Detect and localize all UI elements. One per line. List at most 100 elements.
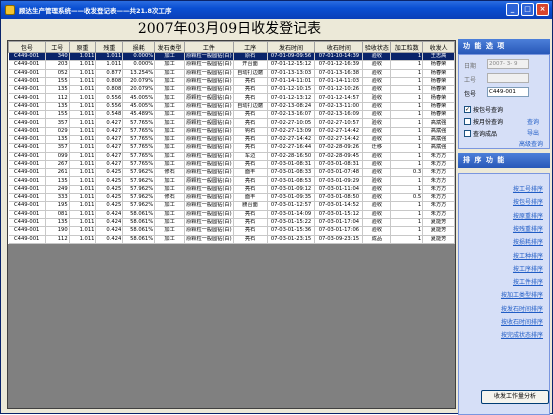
column-header[interactable]: 加工粒数 [390, 41, 424, 53]
table-row[interactable]: C449-001 135 1.011 0.427 57.765% 加工 原颗粒一般圆钻(白)… [8, 135, 455, 145]
date-picker[interactable]: 2007- 3- 9 [487, 59, 529, 69]
table-cell: 07-02-13-16:09 [314, 110, 364, 120]
sort-option[interactable]: 按损耗排序 [513, 237, 543, 246]
sort-option[interactable]: 按残重排序 [513, 224, 543, 233]
table-cell: C449-001 [8, 60, 46, 70]
table-cell: 加工 [154, 210, 186, 219]
query-link[interactable]: 查询 [527, 117, 539, 126]
table-cell: 亮石 [233, 160, 268, 170]
table-cell: 原颗粒一般圆钻(白) [184, 69, 234, 78]
close-button[interactable]: × [536, 3, 549, 16]
table-row[interactable]: C449-001 135 1.011 0.556 45.005% 加工 原颗粒一般圆钻(白)… [8, 102, 455, 112]
table-row[interactable]: C449-001 190 1.011 0.424 58.061% 加工 原颗粒一般圆钻(白)… [8, 226, 455, 236]
table-row[interactable]: C449-001 249 1.011 0.425 57.962% 加工 原颗粒一般圆钻(白)… [8, 185, 455, 195]
by-package-checkbox[interactable]: ✓ 按包号查询 [464, 105, 503, 114]
table-row[interactable]: C449-001 357 1.011 0.427 57.765% 加工 原颗粒一般圆钻(白)… [8, 143, 455, 153]
table-cell: 1.011 [69, 110, 97, 120]
sort-option[interactable]: 按完成状态排序 [501, 330, 543, 339]
column-header[interactable]: 收发人 [422, 41, 455, 53]
by-month-checkbox[interactable]: 按月份查询 [464, 117, 503, 126]
table-cell: 135 [45, 135, 70, 145]
column-header[interactable]: 工序 [232, 41, 268, 53]
table-row[interactable]: C449-001 261 1.011 0.425 57.962% 修石 原颗粒一般圆钻(白)… [8, 168, 455, 178]
table-cell: 1 [390, 102, 424, 112]
export-link[interactable]: 导出 [527, 128, 539, 137]
table-row[interactable]: C449-001 135 1.011 0.425 57.962% 加工 原颗粒一般圆钻(白)… [8, 176, 455, 186]
column-header[interactable]: 验收状态 [362, 41, 392, 53]
column-header[interactable]: 发石时间 [266, 41, 316, 53]
table-row[interactable]: C449-001 203 1.011 1.011 0.000% 加工 原颗粒一般圆钻(白) 开… [8, 60, 455, 70]
table-cell: 亮石 [233, 185, 268, 195]
column-header[interactable]: 残重 [95, 41, 124, 53]
table-cell: C449-001 [8, 160, 46, 170]
column-header[interactable]: 工件 [184, 41, 234, 53]
table-cell: 07-02-13-16:07 [267, 110, 316, 120]
table-cell: 0.808 [95, 77, 124, 87]
table-row[interactable]: C449-001 333 1.011 0.425 57.962% 修石 原颗粒一般圆钻(白)… [8, 193, 455, 203]
table-row[interactable]: C449-001 029 1.011 0.427 57.765% 加工 原颗粒一般圆钻(白)… [8, 127, 455, 136]
sort-option[interactable]: 按工件排序 [513, 277, 543, 286]
table-row[interactable]: C449-001 081 1.011 0.424 58.061% 加工 原颗粒一般圆钻(白)… [8, 210, 455, 219]
sort-option[interactable]: 按包号排序 [513, 197, 543, 206]
table-row[interactable]: C449-001 357 1.011 0.427 57.765% 加工 原颗粒一般圆钻(白)… [8, 118, 455, 128]
table-cell: 加工 [154, 152, 186, 161]
table-row[interactable]: C449-001 155 1.011 0.808 20.079% 加工 原颗粒一般圆钻(白)… [8, 77, 455, 87]
table-cell: 07-03-01-14:09 [267, 210, 316, 219]
table-cell: 高斌强 [422, 135, 455, 145]
minimize-button[interactable]: _ [506, 3, 519, 16]
table-cell: 加工 [154, 93, 186, 103]
sort-option[interactable]: 按工号排序 [513, 184, 543, 193]
checkbox-icon [464, 130, 471, 137]
table-row[interactable]: C449-001 112 1.011 0.424 58.061% 加工 原颗粒一般圆钻(白)… [8, 235, 455, 244]
sort-option[interactable]: 按加工类型排序 [501, 290, 543, 299]
worker-input[interactable] [487, 73, 529, 83]
table-cell: 099 [45, 152, 70, 161]
column-header[interactable]: 包号 [8, 41, 46, 53]
table-cell: 07-03-01-08:33 [267, 168, 316, 178]
table-row[interactable]: C449-001 340 1.011 1.011 0.000% 加工 原颗粒一般圆钻(白) 原… [8, 52, 455, 62]
table-row[interactable]: C449-001 155 1.011 0.548 45.489% 加工 原颗粒一般圆钻(白)… [8, 110, 455, 120]
table-row[interactable]: C449-001 099 1.011 0.427 57.765% 加工 原颗粒一般圆钻(白)… [8, 152, 455, 161]
table-cell: 357 [45, 118, 70, 128]
table-cell: 1.011 [69, 201, 97, 211]
table-cell: 朱方方 [422, 152, 455, 161]
table-cell: C449-001 [8, 185, 46, 195]
column-header[interactable]: 损耗 [122, 41, 156, 53]
table-cell: C449-001 [8, 226, 46, 236]
table-cell: 029 [45, 127, 70, 136]
table-cell: 112 [45, 235, 70, 244]
table-cell: 1.011 [95, 52, 124, 62]
advanced-query-link[interactable]: 高级查询 [519, 139, 543, 148]
table-cell: 原颗粒一般圆钻(白) [184, 185, 234, 195]
sort-option[interactable]: 按原重排序 [513, 211, 543, 220]
table-cell: 57.765% [122, 135, 156, 145]
table-cell: 0.425 [95, 201, 124, 211]
column-header[interactable]: 收石时间 [314, 41, 364, 53]
table-cell: C449-001 [8, 118, 46, 128]
table-cell: C449-001 [8, 218, 46, 228]
finished-checkbox[interactable]: 查询成品 [464, 129, 497, 138]
sort-option[interactable]: 按工种排序 [513, 251, 543, 260]
column-header[interactable]: 原重 [68, 41, 97, 53]
table-row[interactable]: C449-001 267 1.011 0.427 57.765% 加工 原颗粒一般圆钻(白)… [8, 160, 455, 170]
sort-option[interactable]: 按发石时间排序 [501, 304, 543, 313]
column-header[interactable]: 发石类型 [154, 41, 186, 53]
table-cell: 加工 [154, 226, 186, 236]
workload-analysis-button[interactable]: 收发工作量分析 [481, 390, 549, 404]
sort-option[interactable]: 按工序排序 [513, 264, 543, 273]
records-grid[interactable]: 包号 工号 原重 残重 损耗 发石类型 工件 工序 发石时间 收石时间 验收状态 加工粒数 收发人 C4… [7, 40, 456, 409]
table-row[interactable]: C449-001 112 1.011 0.556 45.005% 加工 原颗粒一般圆钻(白)… [8, 93, 455, 103]
table-cell: 验收 [362, 77, 392, 87]
table-cell: 原颗粒一般圆钻(白) [184, 176, 234, 186]
table-row[interactable]: C449-001 135 1.011 0.424 58.061% 加工 原颗粒一般圆钻(白)… [8, 218, 455, 228]
table-row[interactable]: C449-001 052 1.011 0.877 13.254% 加工 原颗粒一般圆钻(白)… [8, 69, 455, 78]
sort-option[interactable]: 按收石时间排序 [501, 317, 543, 326]
table-row[interactable]: C449-001 195 1.011 0.425 57.962% 加工 原颗粒一般圆钻(白)… [8, 201, 455, 211]
package-input[interactable]: C449-001 [487, 87, 529, 97]
table-cell: 亮石 [233, 110, 268, 120]
column-header[interactable]: 工号 [44, 41, 70, 53]
table-cell: 07-01-13-16:38 [314, 69, 364, 78]
maximize-button[interactable]: □ [521, 3, 534, 16]
table-row[interactable]: C449-001 135 1.011 0.808 20.079% 加工 原颗粒一般圆钻(白)… [8, 85, 455, 95]
table-cell: C449-001 [8, 77, 46, 87]
